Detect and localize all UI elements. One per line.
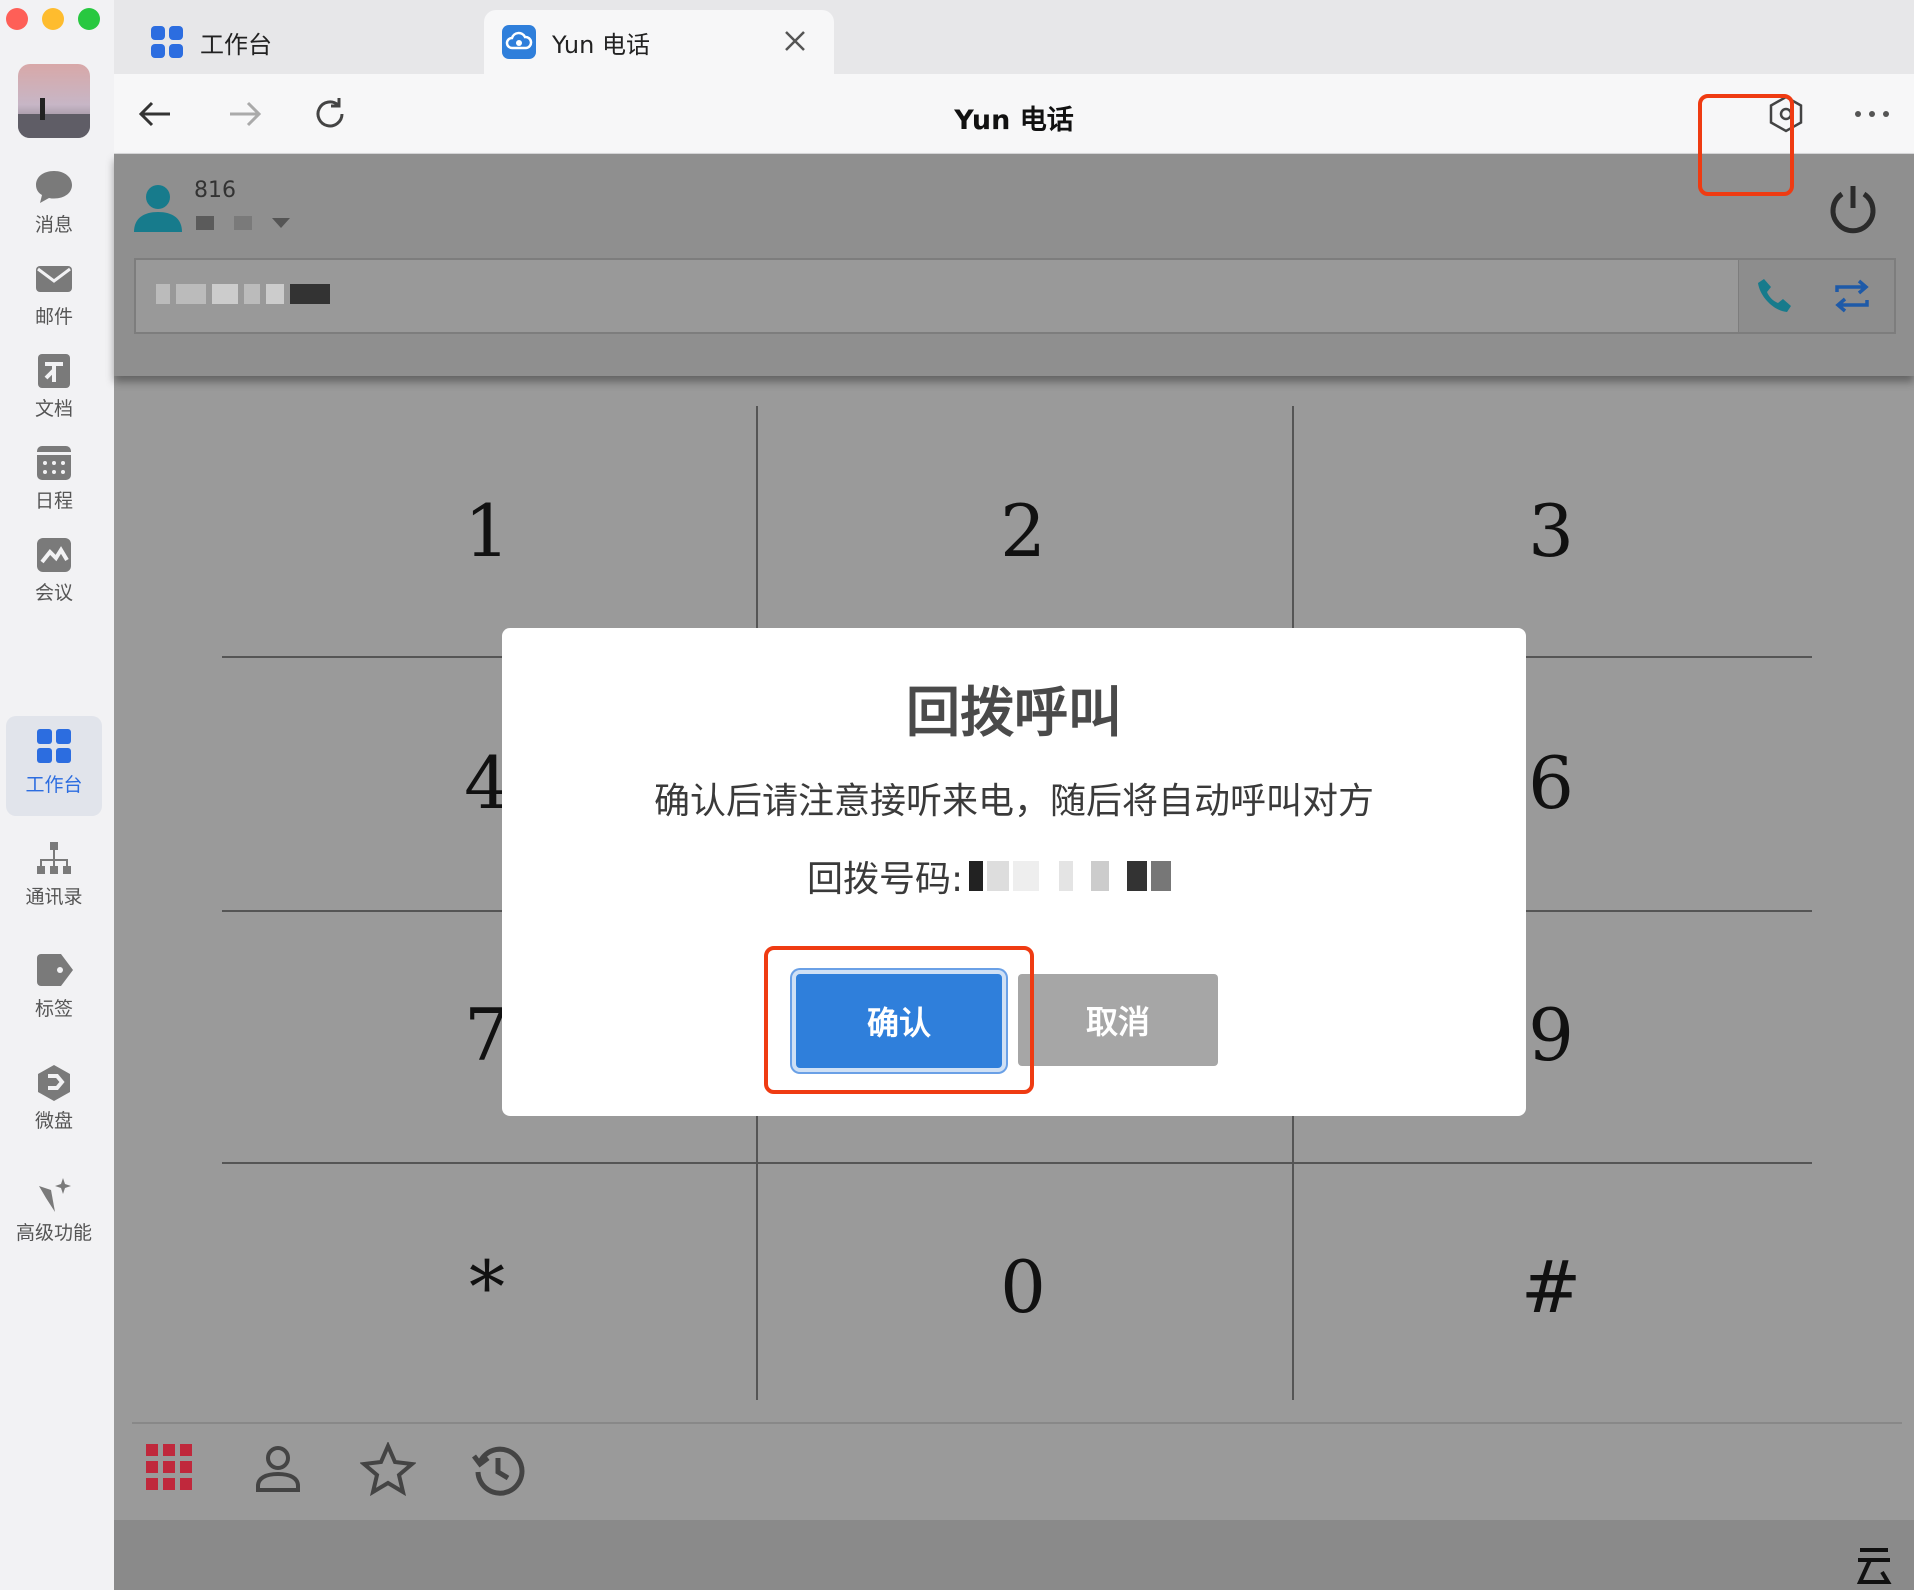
tab-bar: 工作台 Yun 电话 (114, 0, 1914, 74)
sidebar-item-drive[interactable]: 微盘 (6, 1052, 102, 1152)
sidebar-item-tags[interactable]: 标签 (6, 940, 102, 1040)
line-selector[interactable] (196, 216, 290, 230)
close-icon[interactable] (782, 28, 808, 54)
sidebar-item-workbench[interactable]: 工作台 (6, 716, 102, 816)
swap-arrows-icon (1835, 279, 1869, 313)
app-sidebar: 消息 邮件 文档 日程 会议 工作台 通讯录 标签 微盘 高级功能 (0, 0, 114, 1590)
sidebar-item-label: 高级功能 (15, 1222, 92, 1244)
bottom-divider (132, 1422, 1902, 1424)
more-icon[interactable] (1852, 94, 1892, 134)
dialpad-key-1[interactable]: 1 (222, 406, 752, 656)
phone-number-input[interactable] (134, 258, 1896, 334)
caller-panel: 816 (114, 154, 1914, 376)
page-title: Yun 电话 (954, 105, 1074, 136)
sidebar-item-label: 文档 (34, 398, 73, 420)
meeting-icon (37, 538, 71, 572)
sidebar-item-contacts[interactable]: 通讯录 (6, 828, 102, 928)
window-close-button[interactable] (6, 8, 28, 30)
sidebar-item-label: 会议 (34, 582, 73, 604)
sparkle-icon (39, 1178, 71, 1212)
sidebar-item-docs[interactable]: 文档 (6, 340, 102, 440)
drive-icon (38, 1065, 70, 1101)
sidebar-item-mail[interactable]: 邮件 (6, 248, 102, 348)
window-minimize-button[interactable] (42, 8, 64, 30)
contacts-icon (37, 842, 71, 874)
sidebar-item-label: 标签 (34, 998, 73, 1020)
tab-label: 工作台 (200, 30, 272, 59)
power-icon[interactable] (1826, 182, 1880, 236)
user-avatar[interactable] (18, 64, 90, 138)
contact-person-icon[interactable] (252, 1442, 304, 1494)
dialog-title: 回拨呼叫 (906, 681, 1122, 744)
calendar-icon (37, 446, 71, 480)
dialpad-key-star[interactable]: * (222, 1162, 752, 1412)
sidebar-item-meeting[interactable]: 会议 (6, 524, 102, 624)
window-zoom-button[interactable] (78, 8, 100, 30)
dialpad-key-3[interactable]: 3 (1286, 406, 1816, 656)
callback-number-redacted (969, 861, 1172, 891)
document-icon (38, 354, 70, 388)
callback-number: 回拨号码: (807, 850, 1172, 902)
chat-icon (36, 171, 72, 203)
sidebar-item-label: 日程 (34, 490, 73, 512)
sidebar-item-label: 通讯录 (25, 886, 83, 908)
callback-button-highlight (1698, 94, 1794, 196)
mail-icon (36, 266, 72, 292)
sidebar-item-label: 邮件 (34, 306, 73, 328)
brand-logo-icon (1856, 1548, 1892, 1584)
confirm-button-highlight (764, 946, 1034, 1094)
dialpad-key-0[interactable]: 0 (758, 1162, 1288, 1412)
dialpad-grid-icon[interactable] (144, 1442, 194, 1492)
workbench-icon (151, 26, 183, 58)
sidebar-item-label: 微盘 (34, 1110, 73, 1132)
footer-bar (114, 1520, 1914, 1590)
chevron-down-icon (272, 218, 290, 228)
phone-icon (1757, 279, 1791, 312)
workbench-icon (37, 729, 71, 763)
tab-label: Yun 电话 (552, 30, 650, 59)
cloud-phone-icon (502, 25, 536, 59)
sidebar-item-calendar[interactable]: 日程 (6, 432, 102, 532)
star-icon[interactable] (360, 1442, 416, 1498)
user-icon (134, 185, 182, 232)
dialpad-key-hash[interactable]: # (1286, 1162, 1816, 1412)
sidebar-item-label: 工作台 (25, 774, 83, 796)
dialpad-key-2[interactable]: 2 (758, 406, 1288, 656)
browser-toolbar: Yun 电话 (114, 74, 1914, 154)
sidebar-item-label: 消息 (34, 214, 73, 236)
sidebar-item-messages[interactable]: 消息 (6, 156, 102, 256)
sidebar-item-advanced[interactable]: 高级功能 (6, 1164, 102, 1264)
callback-button[interactable] (1810, 260, 1894, 332)
dialog-message: 确认后请注意接听来电，随后将自动呼叫对方 (653, 781, 1374, 822)
callback-number-label: 回拨号码: (807, 859, 964, 900)
history-icon[interactable] (470, 1442, 526, 1498)
extension-number: 816 (194, 178, 236, 203)
cancel-button[interactable]: 取消 (1018, 974, 1218, 1066)
tab-workbench[interactable]: 工作台 (150, 10, 480, 74)
call-button[interactable] (1738, 260, 1810, 332)
tag-icon (37, 954, 73, 986)
tab-yun-phone[interactable]: Yun 电话 (484, 10, 834, 74)
